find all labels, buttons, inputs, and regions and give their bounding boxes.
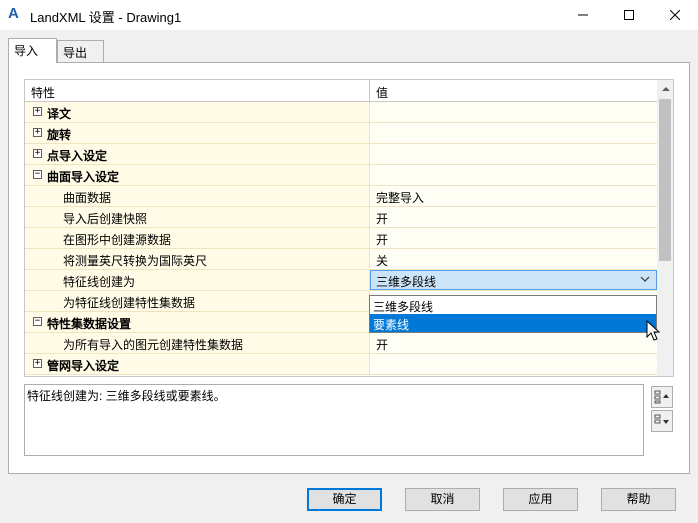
expand-icon[interactable]: + — [33, 128, 42, 137]
row-label: 将测量英尺转换为国际英尺 — [63, 254, 208, 268]
scroll-thumb[interactable] — [659, 99, 671, 261]
row-label: 特征线创建为 — [63, 275, 136, 289]
chevron-up-icon — [661, 86, 670, 91]
title-bar: A LandXML 设置 - Drawing1 — [0, 0, 698, 30]
tab-export[interactable]: 导出 — [57, 40, 104, 62]
row-value — [370, 354, 657, 374]
move-down-button[interactable] — [651, 410, 673, 432]
row-value — [370, 102, 657, 122]
row-label: 为所有导入的图元创建特性集数据 — [63, 338, 244, 352]
ok-button[interactable]: 确定 — [307, 488, 382, 511]
cancel-button[interactable]: 取消 — [405, 488, 480, 511]
row-label: 特性集数据设置 — [47, 317, 132, 331]
row-value[interactable]: 开 — [370, 228, 657, 248]
minimize-button[interactable] — [560, 0, 606, 30]
row-value[interactable]: 完整导入 — [370, 186, 657, 206]
header-value: 值 — [376, 86, 389, 100]
featureline-dropdown-list: 三维多段线 要素线 — [369, 295, 657, 333]
combo-value: 三维多段线 — [376, 275, 437, 289]
row-value — [370, 144, 657, 164]
option-3d-polyline[interactable]: 三维多段线 — [370, 296, 656, 314]
close-button[interactable] — [652, 0, 698, 30]
grid-row-point-import[interactable]: + 点导入设定 — [25, 144, 657, 165]
row-label: 译文 — [47, 107, 72, 121]
description-box: 特征线创建为: 三维多段线或要素线。 — [24, 384, 644, 456]
grid-header: 特性 值 — [25, 80, 657, 102]
expand-icon[interactable]: + — [33, 359, 42, 368]
row-label: 旋转 — [47, 128, 72, 142]
help-button[interactable]: 帮助 — [601, 488, 676, 511]
grid-row-translation[interactable]: + 译文 — [25, 102, 657, 123]
grid-row-all-propset[interactable]: 为所有导入的图元创建特性集数据 开 — [25, 333, 657, 354]
minimize-icon — [578, 14, 588, 16]
row-label: 点导入设定 — [47, 149, 108, 163]
grid-row-source-data[interactable]: 在图形中创建源数据 开 — [25, 228, 657, 249]
grid-row-feet-conversion[interactable]: 将测量英尺转换为国际英尺 关 — [25, 249, 657, 270]
row-label: 为特征线创建特性集数据 — [63, 296, 196, 310]
collapse-icon[interactable]: − — [33, 170, 42, 179]
mouse-cursor-icon — [646, 320, 660, 341]
grid-row-featureline-create[interactable]: 特征线创建为 三维多段线 — [25, 270, 657, 291]
maximize-icon — [624, 10, 634, 20]
grid-row-surface-data[interactable]: 曲面数据 完整导入 — [25, 186, 657, 207]
window-title: LandXML 设置 - Drawing1 — [30, 10, 182, 25]
row-value[interactable]: 开 — [370, 333, 657, 353]
featureline-type-select[interactable]: 三维多段线 — [370, 270, 657, 290]
move-down-icon — [654, 414, 669, 424]
row-label: 在图形中创建源数据 — [63, 233, 172, 247]
maximize-button[interactable] — [606, 0, 652, 30]
move-up-icon — [654, 390, 669, 404]
chevron-down-icon[interactable] — [640, 275, 650, 283]
close-icon — [670, 10, 680, 20]
row-label: 管网导入设定 — [47, 359, 120, 373]
move-up-button[interactable] — [651, 386, 673, 408]
grid-row-surface-import[interactable]: − 曲面导入设定 — [25, 165, 657, 186]
row-value — [370, 123, 657, 143]
row-value[interactable]: 开 — [370, 207, 657, 227]
grid-row-rotation[interactable]: + 旋转 — [25, 123, 657, 144]
grid-row-snapshot[interactable]: 导入后创建快照 开 — [25, 207, 657, 228]
row-value — [370, 165, 657, 185]
landxml-app-icon: A — [8, 5, 19, 22]
apply-button[interactable]: 应用 — [503, 488, 578, 511]
option-feature-line[interactable]: 要素线 — [370, 314, 656, 332]
collapse-icon[interactable]: − — [33, 317, 42, 326]
row-label: 曲面导入设定 — [47, 170, 120, 184]
grid-row-pipe-import[interactable]: + 管网导入设定 — [25, 354, 657, 375]
header-property: 特性 — [25, 80, 370, 101]
row-label: 导入后创建快照 — [63, 212, 148, 226]
row-value[interactable]: 关 — [370, 249, 657, 269]
expand-icon[interactable]: + — [33, 149, 42, 158]
scroll-up-button[interactable] — [657, 80, 673, 97]
row-label: 曲面数据 — [63, 191, 112, 205]
expand-icon[interactable]: + — [33, 107, 42, 116]
tab-import[interactable]: 导入 — [8, 38, 57, 63]
